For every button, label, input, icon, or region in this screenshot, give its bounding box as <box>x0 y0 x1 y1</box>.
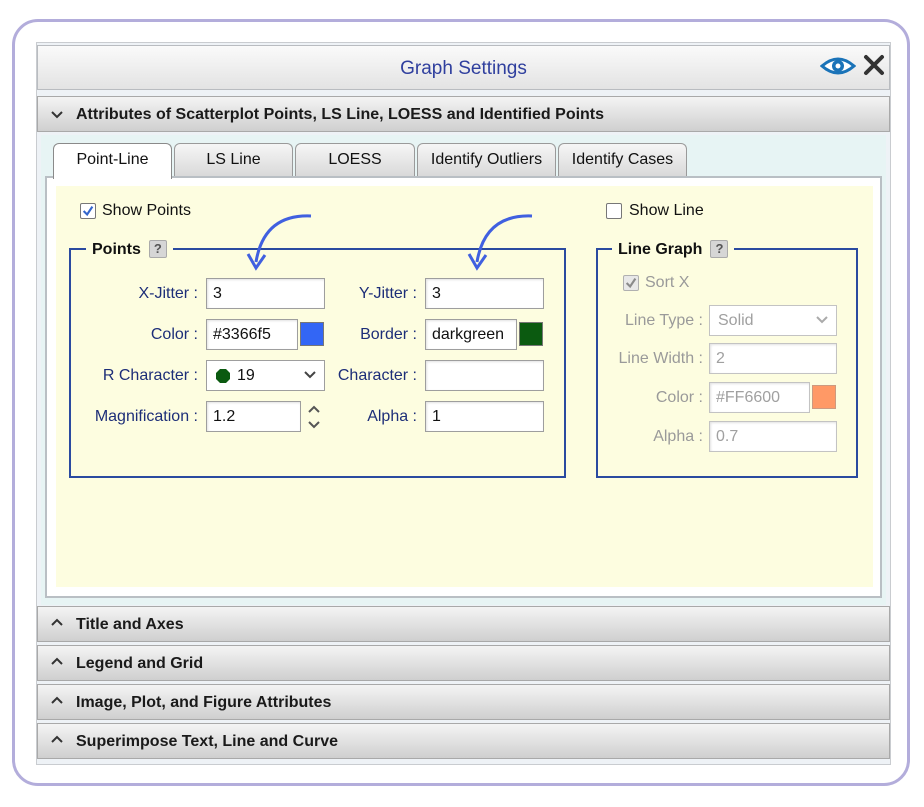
r-character-value: 19 <box>237 367 255 384</box>
r-character-label: R Character : <box>102 367 198 384</box>
points-legend: Points? <box>86 240 173 259</box>
line-alpha-input[interactable] <box>709 421 837 452</box>
r-character-select[interactable]: 19 <box>206 360 325 391</box>
border-swatch[interactable] <box>519 322 543 346</box>
color-swatch[interactable] <box>300 322 324 346</box>
help-icon[interactable]: ? <box>710 240 729 258</box>
section-title-and-axes[interactable]: Title and Axes <box>37 606 890 642</box>
y-jitter-label: Y-Jitter : <box>358 285 417 302</box>
line-width-input[interactable] <box>709 343 837 374</box>
section-label: Superimpose Text, Line and Curve <box>76 733 338 750</box>
section-superimpose[interactable]: Superimpose Text, Line and Curve <box>37 723 890 759</box>
close-icon[interactable] <box>863 54 885 76</box>
sort-x-checkbox[interactable] <box>623 275 639 291</box>
tab-point-line[interactable]: Point-Line <box>53 143 172 179</box>
chevron-up-icon <box>51 735 63 743</box>
sort-x-label: Sort X <box>645 274 690 291</box>
tab-loess[interactable]: LOESS <box>295 143 415 177</box>
show-points-checkbox[interactable] <box>80 203 96 219</box>
arrow-annotation-icon <box>246 214 312 271</box>
checkmark-icon <box>82 206 94 217</box>
filled-circle-icon <box>216 369 230 383</box>
eye-icon[interactable] <box>820 54 856 78</box>
border-input[interactable] <box>425 319 517 350</box>
show-line-checkbox[interactable] <box>606 203 622 219</box>
magnification-input[interactable] <box>206 401 301 432</box>
section-scatterplot-attributes[interactable]: Attributes of Scatterplot Points, LS Lin… <box>37 96 890 132</box>
color-input[interactable] <box>206 319 298 350</box>
show-points-label: Show Points <box>102 202 191 219</box>
line-alpha-label: Alpha : <box>653 428 703 445</box>
chevron-up-icon <box>51 618 63 626</box>
x-jitter-input[interactable] <box>206 278 325 309</box>
character-label: Character : <box>337 367 417 384</box>
section-label: Attributes of Scatterplot Points, LS Lin… <box>76 106 605 123</box>
character-input[interactable] <box>425 360 544 391</box>
help-icon[interactable]: ? <box>148 240 167 258</box>
alpha-input[interactable] <box>425 401 544 432</box>
chevron-down-icon <box>304 371 316 379</box>
chevron-up-icon <box>51 657 63 665</box>
section-label: Title and Axes <box>76 616 184 633</box>
arrow-annotation-icon <box>467 214 533 271</box>
line-color-swatch[interactable] <box>812 385 836 409</box>
line-width-label: Line Width : <box>618 350 703 367</box>
stepper-icon[interactable] <box>306 403 322 431</box>
x-jitter-label: X-Jitter : <box>138 285 198 302</box>
chevron-down-icon <box>51 111 63 119</box>
section-legend-and-grid[interactable]: Legend and Grid <box>37 645 890 681</box>
window-title: Graph Settings <box>400 58 527 79</box>
alpha-label: Alpha : <box>367 408 417 425</box>
line-type-value: Solid <box>718 312 754 329</box>
color-label: Color : <box>150 326 198 343</box>
tab-ls-line[interactable]: LS Line <box>174 143 293 177</box>
line-color-label: Color : <box>655 389 703 406</box>
checkmark-icon <box>625 278 637 289</box>
line-type-label: Line Type : <box>625 312 703 329</box>
magnification-label: Magnification : <box>94 408 198 425</box>
line-graph-legend: Line Graph? <box>612 240 735 259</box>
tab-identify-outliers[interactable]: Identify Outliers <box>417 143 556 177</box>
section-label: Legend and Grid <box>76 655 204 672</box>
section-label: Image, Plot, and Figure Attributes <box>76 694 332 711</box>
title-bar: Graph Settings <box>37 45 890 90</box>
section-image-plot-figure[interactable]: Image, Plot, and Figure Attributes <box>37 684 890 720</box>
line-graph-legend-title: Line Graph <box>618 241 703 258</box>
line-color-input[interactable] <box>709 382 810 413</box>
tab-identify-cases[interactable]: Identify Cases <box>558 143 687 177</box>
show-line-label: Show Line <box>629 202 704 219</box>
y-jitter-input[interactable] <box>425 278 544 309</box>
chevron-down-icon <box>816 316 828 324</box>
line-type-select[interactable]: Solid <box>709 305 837 336</box>
border-label: Border : <box>360 326 417 343</box>
chevron-up-icon <box>51 696 63 704</box>
points-legend-title: Points <box>92 241 141 258</box>
